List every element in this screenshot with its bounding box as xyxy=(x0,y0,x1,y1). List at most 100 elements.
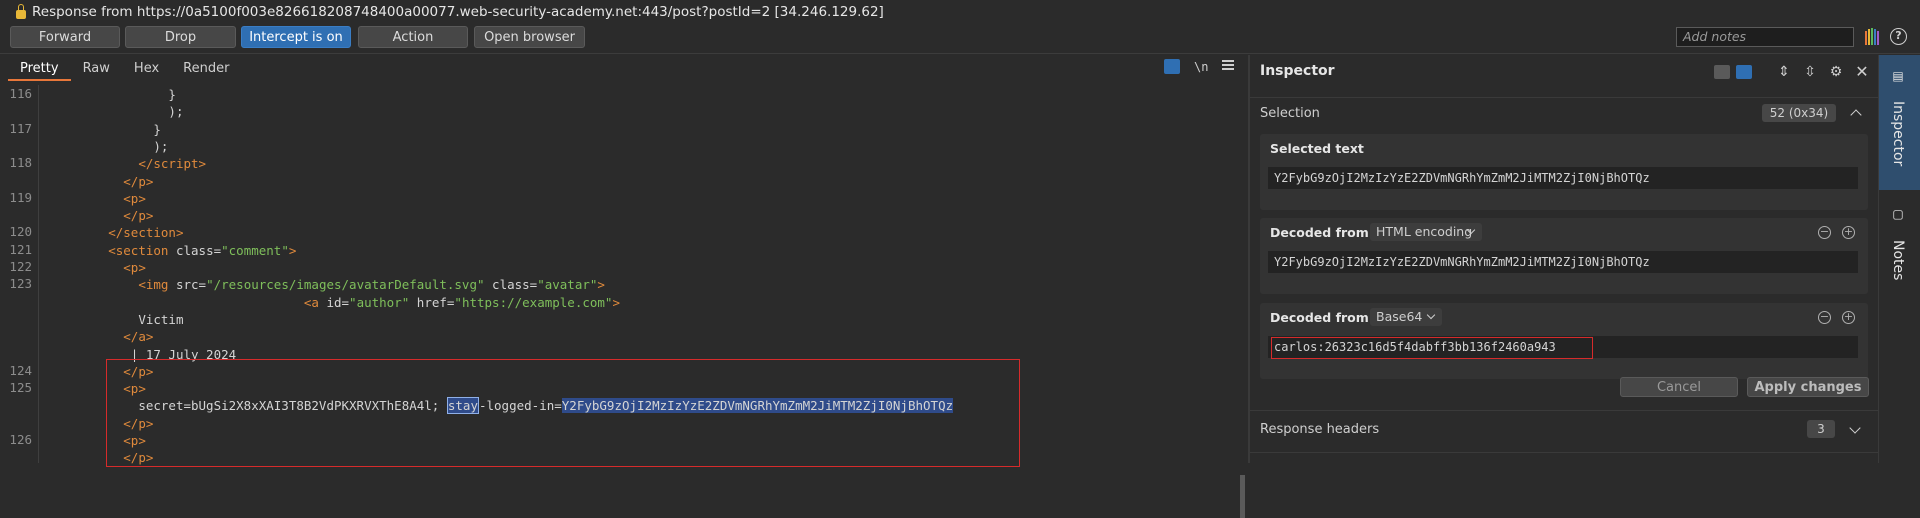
attribute-name: class= xyxy=(484,277,538,293)
intercept-toggle-button[interactable]: Intercept is on xyxy=(241,26,351,48)
attribute-name: class= xyxy=(168,242,222,258)
editor-menu-icon[interactable] xyxy=(1222,60,1234,70)
tag-bracket: </ xyxy=(138,156,154,172)
editor-scrollbar[interactable] xyxy=(1240,475,1245,518)
rail-tab-inspector[interactable]: ▤ Inspector xyxy=(1879,55,1920,190)
line-number: 125 xyxy=(9,380,32,396)
tag-bracket: < xyxy=(123,260,131,275)
attribute-value: "avatar" xyxy=(537,277,598,293)
toolbar-divider xyxy=(0,53,1920,54)
tag-name: section xyxy=(115,242,169,258)
line-number: 121 xyxy=(9,241,32,257)
add-notes-input[interactable]: Add notes xyxy=(1676,27,1854,47)
tag-name: a xyxy=(311,294,319,310)
close-icon[interactable]: ✕ xyxy=(1854,64,1870,80)
burp-logo-icon xyxy=(1865,28,1879,45)
chevron-up-icon[interactable] xyxy=(1850,109,1862,121)
open-browser-button[interactable]: Open browser xyxy=(474,26,585,48)
decode-type-select[interactable]: Base64 xyxy=(1370,308,1442,326)
remove-decode-icon[interactable]: − xyxy=(1818,311,1831,324)
tag-name: p xyxy=(138,173,146,189)
line-number: 122 xyxy=(9,259,32,274)
tag-bracket: > xyxy=(138,260,146,275)
decode-type-value: HTML encoding xyxy=(1376,224,1473,239)
action-button[interactable]: Action xyxy=(358,26,468,48)
tag-bracket: </ xyxy=(108,225,124,241)
layout-horizontal-icon[interactable] xyxy=(1714,65,1730,79)
inspector-title: Inspector xyxy=(1260,63,1335,79)
tab-raw[interactable]: Raw xyxy=(71,55,122,81)
gear-icon[interactable]: ⚙ xyxy=(1828,65,1844,79)
cancel-button[interactable]: Cancel xyxy=(1620,377,1738,397)
chevron-down-icon[interactable] xyxy=(1849,422,1861,434)
code-line: </script> xyxy=(48,155,206,172)
tab-render[interactable]: Render xyxy=(171,55,241,81)
line-number: 116 xyxy=(9,86,32,101)
collapse-all-icon[interactable]: ⇳ xyxy=(1802,65,1818,79)
window-title-bar: Response from https://0a5100f003e8266182… xyxy=(0,0,1920,24)
drop-button[interactable]: Drop xyxy=(125,26,236,48)
tag-bracket: < xyxy=(138,277,146,293)
code-text: ); xyxy=(153,138,169,154)
divider xyxy=(1250,452,1878,453)
code-line: </a> xyxy=(48,328,153,345)
forward-button[interactable]: Forward xyxy=(10,26,120,48)
lock-icon xyxy=(16,3,26,19)
code-line: </section> xyxy=(48,224,183,241)
decoded-base64-field[interactable]: carlos:26323c16d5f4dabff3bb136f2460a943 xyxy=(1268,336,1858,359)
selection-section-label[interactable]: Selection xyxy=(1260,106,1320,121)
side-rail: ▤ Inspector ▢ Notes xyxy=(1878,55,1920,463)
attribute-name: id= xyxy=(318,294,350,310)
code-line: Victim xyxy=(48,311,183,328)
code-line: </p> xyxy=(48,207,153,224)
selected-text-field[interactable]: Y2FybG9zOjI2MzIzYzE2ZDVmNGRhYmZmM2JiMTM2… xyxy=(1268,167,1858,189)
code-line: ); xyxy=(48,138,168,155)
decode-type-value: Base64 xyxy=(1376,309,1423,324)
remove-decode-icon[interactable]: − xyxy=(1818,226,1831,239)
help-icon[interactable]: ? xyxy=(1890,28,1907,45)
response-headers-section-label[interactable]: Response headers xyxy=(1260,422,1379,437)
tag-bracket: </ xyxy=(123,329,139,345)
apply-changes-button[interactable]: Apply changes xyxy=(1747,377,1869,397)
chevron-down-icon xyxy=(1426,310,1436,320)
response-headers-count: 3 xyxy=(1807,420,1835,438)
code-line: <p> xyxy=(48,259,146,276)
inspector-panel: Inspector ⇕ ⇳ ⚙ ✕ Selection 52 (0x34) Se… xyxy=(1250,55,1878,463)
code-line: <p> xyxy=(48,190,146,207)
divider xyxy=(1250,97,1878,98)
selected-text-box: Selected text Y2FybG9zOjI2MzIzYzE2ZDVmNG… xyxy=(1260,134,1868,210)
code-line: } xyxy=(48,86,176,103)
line-number: 119 xyxy=(9,189,32,205)
tag-name: p xyxy=(138,208,146,224)
word-wrap-icon[interactable] xyxy=(1164,59,1180,74)
decode-type-select[interactable]: HTML encoding xyxy=(1370,223,1482,241)
tab-hex[interactable]: Hex xyxy=(122,55,171,81)
layout-vertical-icon[interactable] xyxy=(1736,65,1752,79)
tag-bracket: > xyxy=(612,294,620,310)
tag-bracket: > xyxy=(198,156,207,172)
tag-name: a xyxy=(138,329,146,345)
add-decode-icon[interactable]: + xyxy=(1842,226,1855,239)
line-number-gutter: 116 117 118 119 120 121 122 123 124 125 126 xyxy=(0,85,39,463)
code-line: </p> xyxy=(48,173,153,190)
tag-bracket: < xyxy=(108,242,116,258)
decoded-html-field[interactable]: Y2FybG9zOjI2MzIzYzE2ZDVmNGRhYmZmM2JiMTM2… xyxy=(1268,251,1858,273)
tag-bracket: > xyxy=(145,173,154,189)
attribute-name: href= xyxy=(409,294,455,310)
line-number: 117 xyxy=(9,120,32,136)
expand-all-icon[interactable]: ⇕ xyxy=(1776,65,1792,79)
divider xyxy=(1250,410,1878,411)
code-text: } xyxy=(168,87,176,102)
rail-notes-label: Notes xyxy=(1890,240,1906,281)
tab-pretty[interactable]: Pretty xyxy=(8,55,71,81)
window-title: Response from https://0a5100f003e8266182… xyxy=(32,4,884,20)
notes-icon: ▢ xyxy=(1891,207,1905,221)
show-newlines-toggle[interactable]: \n xyxy=(1194,60,1208,74)
code-text: Victim xyxy=(138,311,184,327)
add-decode-icon[interactable]: + xyxy=(1842,311,1855,324)
decoded-from-label: Decoded from: xyxy=(1270,310,1374,325)
